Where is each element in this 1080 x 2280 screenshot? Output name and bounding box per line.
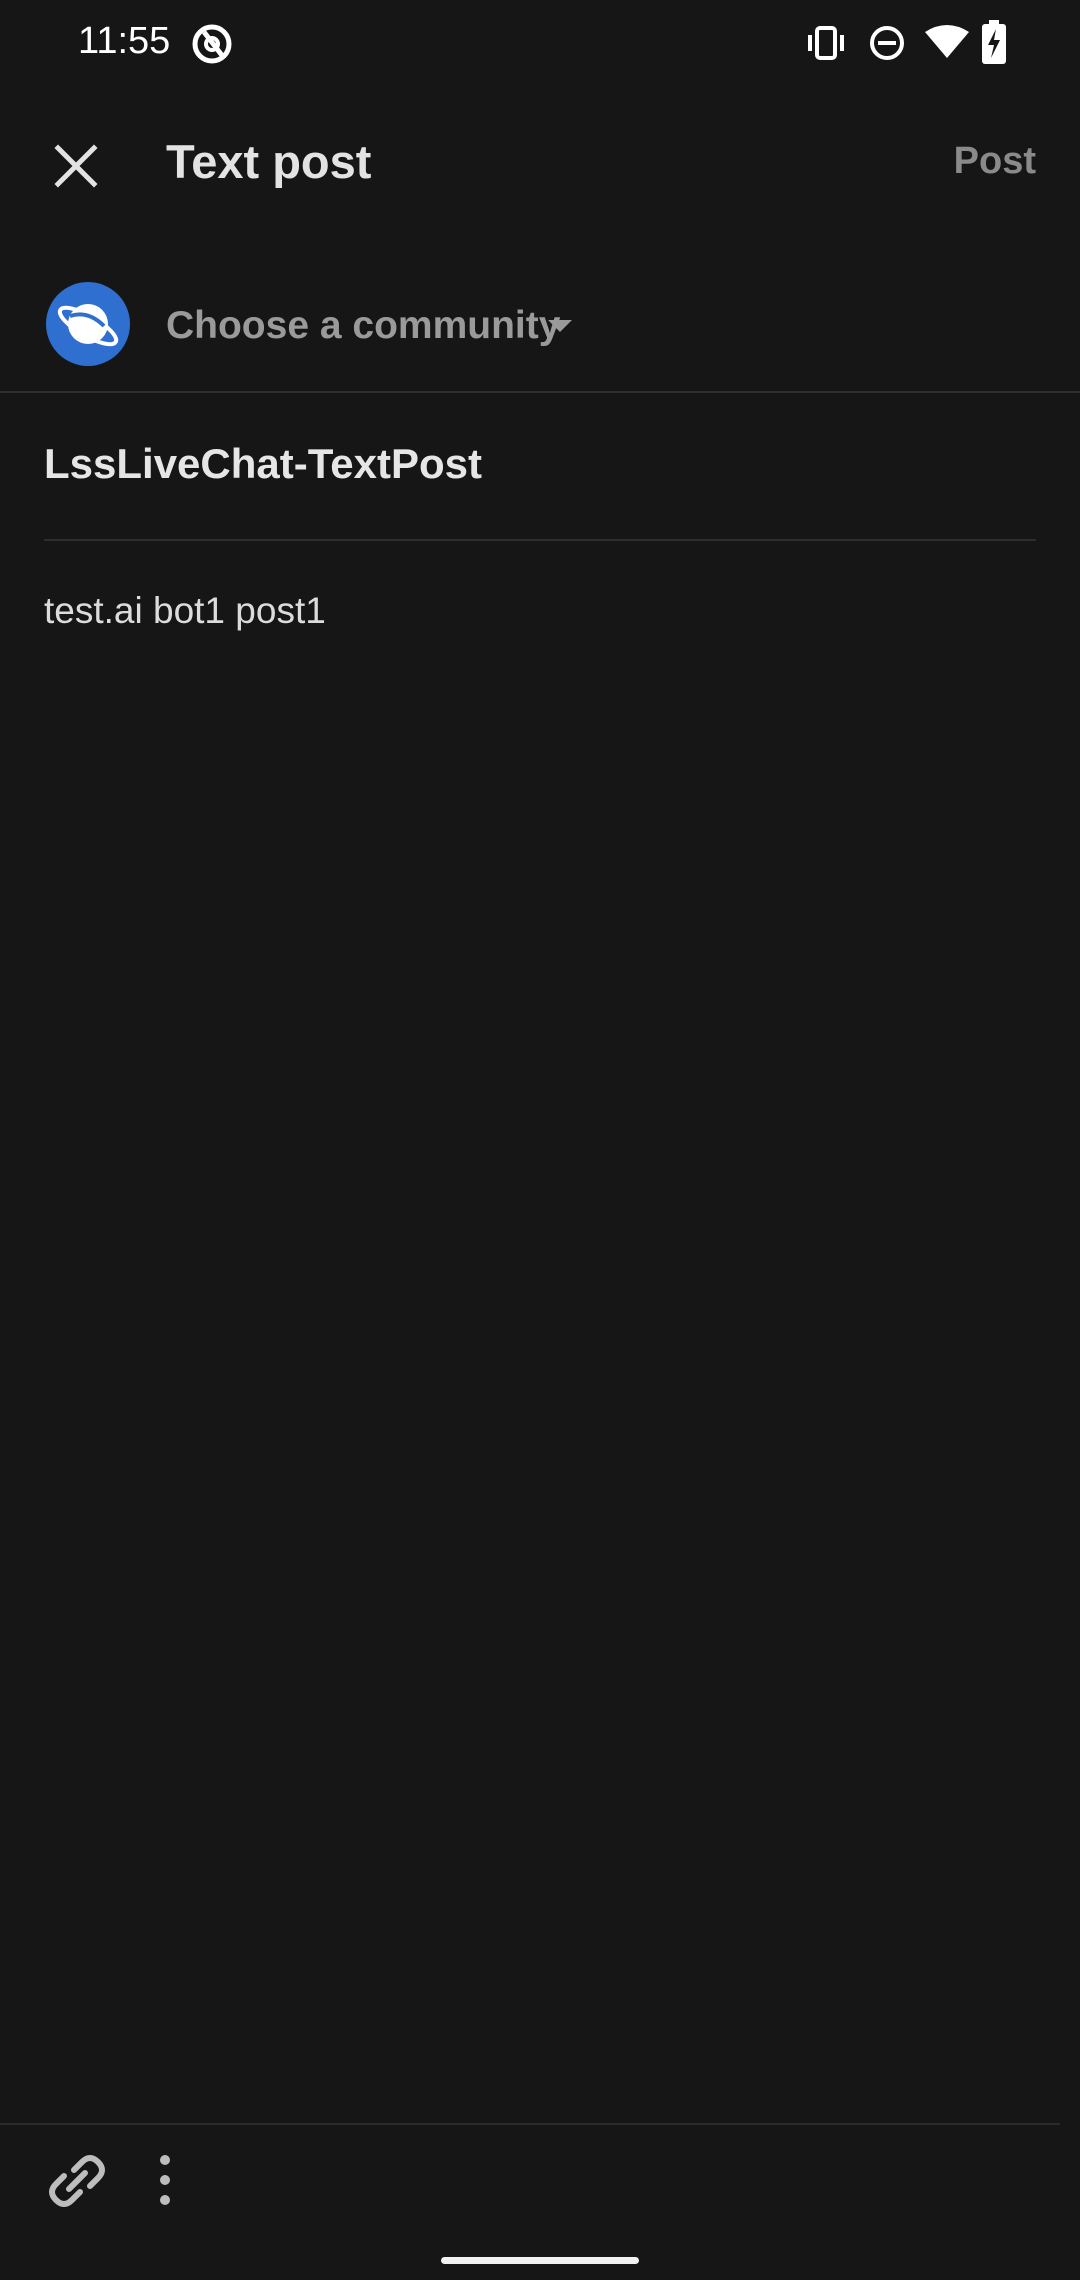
more-vertical-icon[interactable] [150, 2150, 180, 2210]
app-notification-icon [192, 24, 232, 64]
post-title-input[interactable]: LssLiveChat-TextPost [44, 440, 1036, 488]
community-avatar [46, 282, 130, 366]
page-title: Text post [166, 135, 372, 188]
divider [0, 391, 1080, 393]
status-time: 11:55 [78, 20, 171, 62]
create-post-screen: 11:55 Text post Post Choose a community … [0, 0, 1080, 2280]
caret-down-icon [548, 320, 572, 332]
planet-icon [57, 304, 119, 347]
divider [44, 539, 1036, 541]
home-indicator[interactable] [441, 2257, 639, 2264]
top-app-bar: Text post Post [0, 100, 1080, 220]
close-icon[interactable] [46, 136, 106, 196]
community-selector[interactable]: Choose a community [0, 270, 1080, 390]
status-bar: 11:55 [0, 0, 1080, 88]
community-label: Choose a community [166, 304, 561, 347]
wifi-icon [925, 25, 969, 58]
link-icon[interactable] [44, 2148, 110, 2214]
vibrate-icon [808, 26, 844, 60]
divider [0, 2123, 1060, 2125]
post-button[interactable]: Post [954, 140, 1036, 183]
battery-charging-icon [982, 20, 1006, 64]
do-not-disturb-icon [870, 26, 904, 60]
post-body-input[interactable]: test.ai bot1 post1 [44, 590, 1036, 632]
